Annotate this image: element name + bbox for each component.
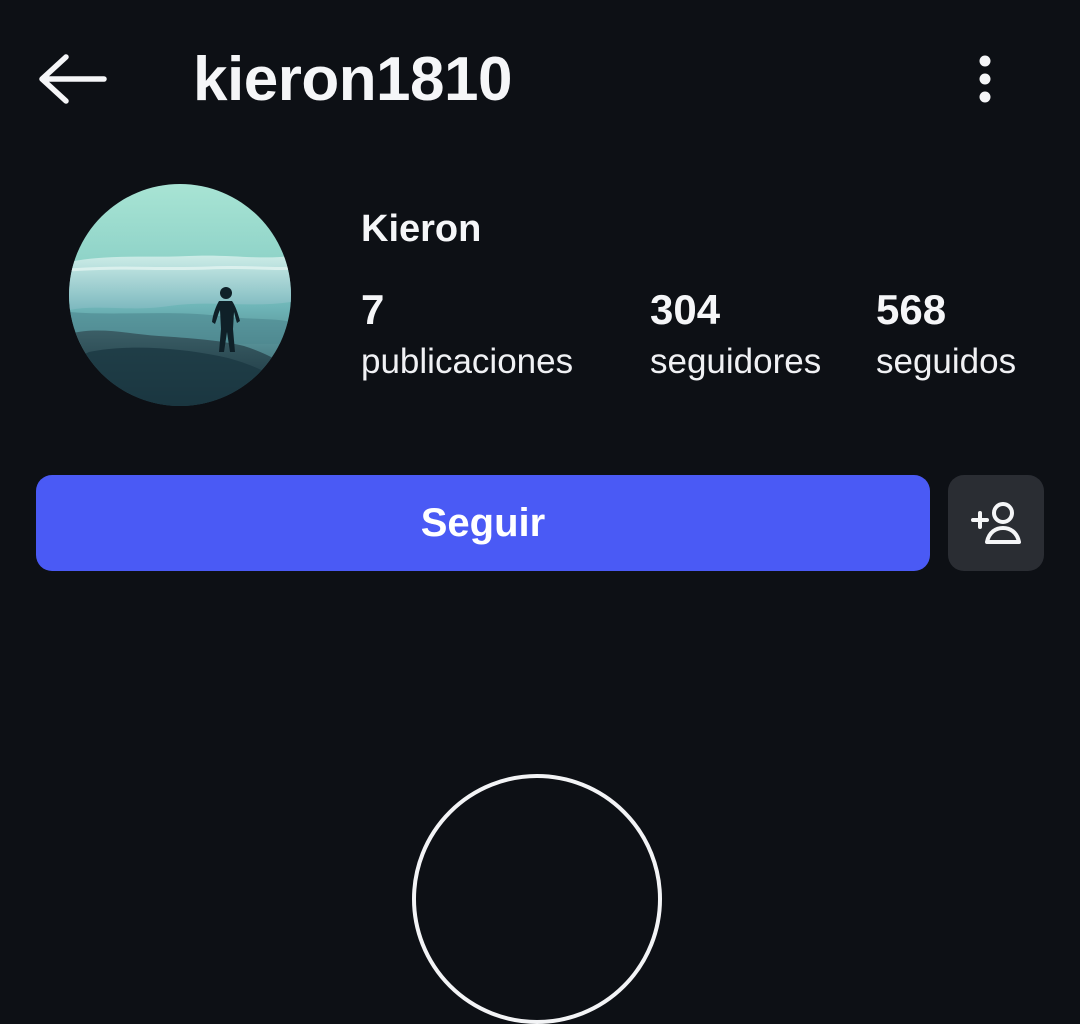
profile-photo	[69, 184, 291, 406]
profile-header: kieron1810	[0, 0, 1080, 160]
stat-following-count: 568	[876, 286, 947, 333]
stat-following-label: seguidos	[876, 342, 1017, 381]
arrow-left-icon	[39, 54, 107, 104]
stat-followers[interactable]: 304 seguidores	[650, 286, 821, 390]
stat-followers-count: 304	[650, 286, 721, 333]
stat-followers-label: seguidores	[650, 342, 822, 381]
stat-following[interactable]: 568 seguidos	[876, 286, 1016, 390]
stat-posts[interactable]: 7 publicaciones	[361, 286, 573, 390]
stat-posts-label: publicaciones	[361, 342, 574, 381]
person-add-icon	[971, 502, 1021, 544]
more-options-button[interactable]	[960, 48, 1010, 110]
stat-posts-count: 7	[361, 286, 385, 333]
content-placeholder-circle	[412, 774, 662, 1024]
follow-button[interactable]: Seguir	[36, 475, 930, 571]
suggested-people-button[interactable]	[948, 475, 1044, 571]
avatar[interactable]	[69, 184, 291, 406]
back-button[interactable]	[34, 48, 110, 110]
page-title: kieron1810	[193, 45, 513, 114]
display-name: Kieron	[361, 208, 482, 250]
more-vertical-icon	[979, 55, 991, 103]
